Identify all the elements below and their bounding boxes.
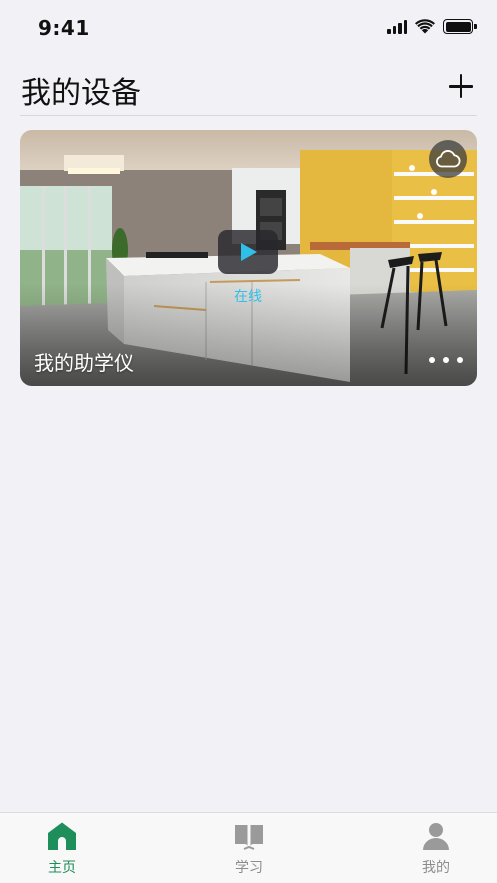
cloud-icon [436, 150, 461, 168]
tab-mine-label: 我的 [422, 860, 450, 876]
play-icon [241, 243, 257, 261]
more-button[interactable] [429, 352, 463, 368]
tab-home-label: 主页 [48, 860, 76, 876]
tab-mine[interactable]: 我的 [386, 813, 486, 883]
signal-icon [387, 19, 407, 34]
more-dot [429, 357, 435, 363]
battery-icon [443, 19, 477, 34]
wifi-icon [415, 19, 435, 34]
add-device-button[interactable] [449, 74, 473, 98]
tab-learn-label: 学习 [235, 860, 263, 876]
device-card[interactable]: 在线 我的助学仪 [20, 130, 477, 386]
book-icon [235, 825, 263, 850]
more-dot [457, 357, 463, 363]
person-icon [423, 823, 449, 850]
device-name: 我的助学仪 [34, 351, 134, 375]
more-dot [443, 357, 449, 363]
status-time: 9:41 [38, 16, 90, 40]
online-status: 在线 [234, 289, 262, 305]
tab-learn[interactable]: 学习 [199, 813, 299, 883]
status-icons [387, 19, 477, 34]
play-button[interactable] [218, 230, 278, 274]
tab-home[interactable]: 主页 [12, 813, 112, 883]
page-header: 我的设备 [20, 66, 477, 116]
status-bar: 9:41 [0, 0, 497, 56]
cloud-button[interactable] [429, 140, 467, 178]
page-title: 我的设备 [21, 76, 141, 111]
home-icon [48, 822, 76, 850]
tab-bar: 主页 学习 我的 [0, 812, 497, 883]
